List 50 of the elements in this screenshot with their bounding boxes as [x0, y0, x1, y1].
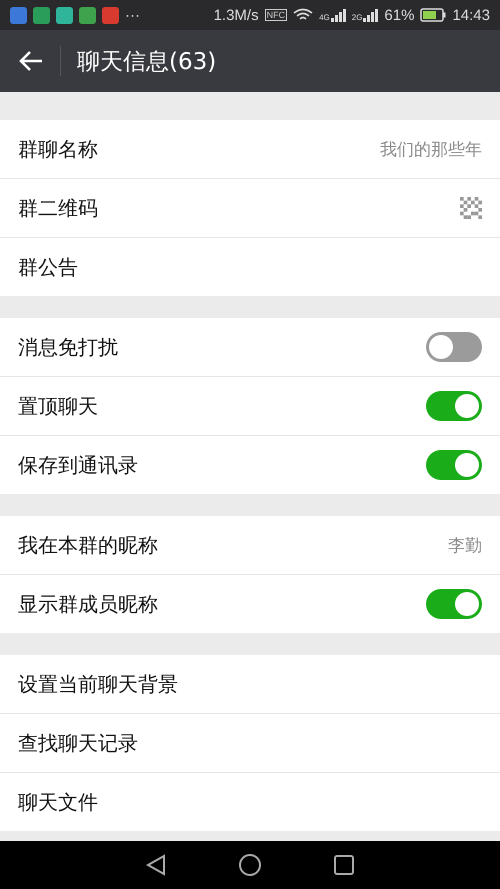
recents-icon[interactable] [332, 853, 356, 877]
network-type: 2G [352, 12, 362, 22]
settings-row[interactable]: 保存到通讯录 [0, 435, 500, 494]
row-label: 聊天文件 [18, 788, 99, 816]
settings-row[interactable]: 置顶聊天 [0, 376, 500, 435]
row-label: 保存到通讯录 [18, 452, 139, 478]
battery-percent: 61% [384, 6, 414, 24]
row-value: 李勤 [448, 534, 482, 556]
signal-icon [330, 8, 346, 22]
row-label: 显示群成员昵称 [18, 590, 159, 618]
row-value: 我们的那些年 [380, 138, 482, 160]
row-label: 我在本群的昵称 [18, 532, 159, 558]
settings-row[interactable]: 群聊名称 我们的那些年 [0, 120, 500, 178]
signal-icon [363, 8, 378, 22]
settings-row[interactable]: 群公告 [0, 237, 500, 296]
app-icon [79, 6, 96, 24]
toggle-switch[interactable] [426, 589, 482, 619]
settings-row[interactable]: 显示群成员昵称 [0, 574, 500, 633]
settings-row[interactable]: 我在本群的昵称 李勤 [0, 516, 500, 574]
toggle-switch[interactable] [426, 450, 482, 480]
clock: 14:43 [452, 6, 490, 24]
settings-row[interactable]: 聊天文件 [0, 772, 500, 831]
row-label: 群聊名称 [18, 136, 99, 162]
row-label: 查找聊天记录 [18, 730, 139, 756]
page-title: 聊天信息(63) [77, 48, 216, 76]
settings-row[interactable]: 群二维码 [0, 178, 500, 237]
row-label: 置顶聊天 [18, 392, 99, 420]
wifi-icon [293, 8, 314, 22]
app-icon [10, 6, 27, 24]
more-text: ··· [125, 6, 140, 24]
app-icon [102, 6, 119, 24]
row-label: 群二维码 [18, 194, 99, 222]
battery-icon [420, 8, 446, 22]
nfc-label: NFC [264, 9, 288, 21]
app-icon [56, 6, 73, 24]
network-type: 4G [319, 12, 330, 22]
row-label: 群公告 [18, 254, 79, 280]
home-icon[interactable] [238, 853, 262, 877]
back-icon[interactable] [144, 853, 168, 877]
settings-row[interactable]: 设置当前聊天背景 [0, 655, 500, 713]
settings-row[interactable]: 查找聊天记录 [0, 713, 500, 772]
qr-code-icon [460, 197, 482, 219]
settings-row[interactable]: 消息免打扰 [0, 318, 500, 376]
network-speed: 1.3M/s [214, 6, 259, 24]
toggle-switch[interactable] [426, 391, 482, 421]
app-icon [33, 6, 50, 24]
toggle-switch[interactable] [426, 332, 482, 362]
back-arrow-icon[interactable] [18, 50, 44, 72]
row-label: 设置当前聊天背景 [18, 670, 179, 698]
row-label: 消息免打扰 [18, 334, 119, 360]
